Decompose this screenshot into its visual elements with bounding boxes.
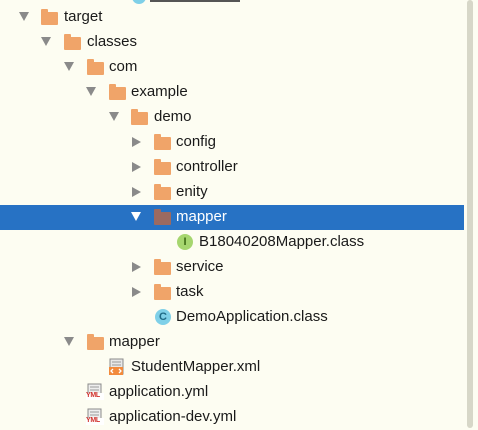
folder-icon bbox=[154, 259, 171, 275]
class-icon: C bbox=[155, 309, 171, 325]
xml-file-icon bbox=[109, 358, 125, 376]
chevron-down-icon[interactable] bbox=[64, 337, 74, 346]
tree-row-classes[interactable]: classes bbox=[0, 30, 464, 55]
tree-item-label: target bbox=[64, 8, 103, 25]
yml-badge: YML bbox=[86, 417, 100, 424]
chevron-right-icon[interactable] bbox=[132, 137, 141, 147]
tree-row-controller[interactable]: controller bbox=[0, 155, 464, 180]
folder-icon bbox=[87, 334, 104, 350]
tree-item-label: mapper bbox=[176, 208, 227, 225]
chevron-down-icon[interactable] bbox=[86, 87, 96, 96]
folder-icon bbox=[154, 134, 171, 150]
project-tree: target classes com example demo config c… bbox=[0, 0, 464, 428]
chevron-right-icon[interactable] bbox=[132, 162, 141, 172]
tree-item-label: mapper bbox=[109, 333, 160, 350]
chevron-down-icon[interactable] bbox=[41, 37, 51, 46]
tree-item-label: application-dev.yml bbox=[109, 408, 237, 425]
chevron-right-icon[interactable] bbox=[132, 262, 141, 272]
chevron-down-icon[interactable] bbox=[19, 12, 29, 21]
tree-row-config[interactable]: config bbox=[0, 130, 464, 155]
tree-item-label: config bbox=[176, 133, 217, 150]
chevron-down-icon[interactable] bbox=[109, 112, 119, 121]
cut-off-item-label bbox=[150, 0, 240, 2]
tree-row-studentmapper-xml[interactable]: StudentMapper.xml bbox=[0, 355, 464, 380]
folder-icon bbox=[109, 84, 126, 100]
tree-item-label: DemoApplication.class bbox=[176, 308, 328, 325]
chevron-down-icon[interactable] bbox=[64, 62, 74, 71]
yml-badge: YML bbox=[86, 392, 100, 399]
tree-row-mapper[interactable]: mapper bbox=[0, 330, 464, 355]
tree-row-application-yml[interactable]: YML application.yml bbox=[0, 380, 464, 405]
folder-icon bbox=[154, 284, 171, 300]
tree-item-label: task bbox=[176, 283, 204, 300]
tree-row-mapper-selected[interactable]: mapper bbox=[0, 205, 464, 230]
tree-row-application-dev-yml[interactable]: YML application-dev.yml bbox=[0, 405, 464, 430]
tree-row-service[interactable]: service bbox=[0, 255, 464, 280]
chevron-down-icon[interactable] bbox=[131, 212, 141, 221]
tree-row-demoapplication-class[interactable]: C DemoApplication.class bbox=[0, 305, 464, 330]
tree-item-label: service bbox=[176, 258, 224, 275]
tree-row-demo[interactable]: demo bbox=[0, 105, 464, 130]
tree-row-b18040208mapper-class[interactable]: I B18040208Mapper.class bbox=[0, 230, 464, 255]
vertical-scrollbar[interactable] bbox=[466, 0, 478, 428]
tree-row-task[interactable]: task bbox=[0, 280, 464, 305]
folder-icon bbox=[131, 109, 148, 125]
yml-file-icon: YML bbox=[86, 383, 104, 401]
scrollbar-thumb[interactable] bbox=[467, 0, 473, 428]
tree-row-enity[interactable]: enity bbox=[0, 180, 464, 205]
tree-item-label: classes bbox=[87, 33, 138, 50]
folder-icon bbox=[154, 159, 171, 175]
tree-item-label: B18040208Mapper.class bbox=[199, 233, 365, 250]
tree-row-com[interactable]: com bbox=[0, 55, 464, 80]
tree-item-label: com bbox=[109, 58, 138, 75]
folder-icon bbox=[64, 34, 81, 50]
yml-file-icon: YML bbox=[86, 408, 104, 426]
folder-icon bbox=[41, 9, 58, 25]
class-icon bbox=[132, 0, 146, 4]
tree-row-example[interactable]: example bbox=[0, 80, 464, 105]
tree-item-label: StudentMapper.xml bbox=[131, 358, 261, 375]
tree-row-target[interactable]: target bbox=[0, 5, 464, 30]
tree-item-label: enity bbox=[176, 183, 208, 200]
tree-item-label: controller bbox=[176, 158, 238, 175]
chevron-right-icon[interactable] bbox=[132, 187, 141, 197]
tree-item-label: application.yml bbox=[109, 383, 209, 400]
folder-icon bbox=[154, 209, 171, 225]
folder-icon bbox=[154, 184, 171, 200]
chevron-right-icon[interactable] bbox=[132, 287, 141, 297]
interface-icon: I bbox=[177, 234, 193, 250]
folder-icon bbox=[87, 59, 104, 75]
tree-item-label: demo bbox=[154, 108, 192, 125]
tree-item-label: example bbox=[131, 83, 188, 100]
